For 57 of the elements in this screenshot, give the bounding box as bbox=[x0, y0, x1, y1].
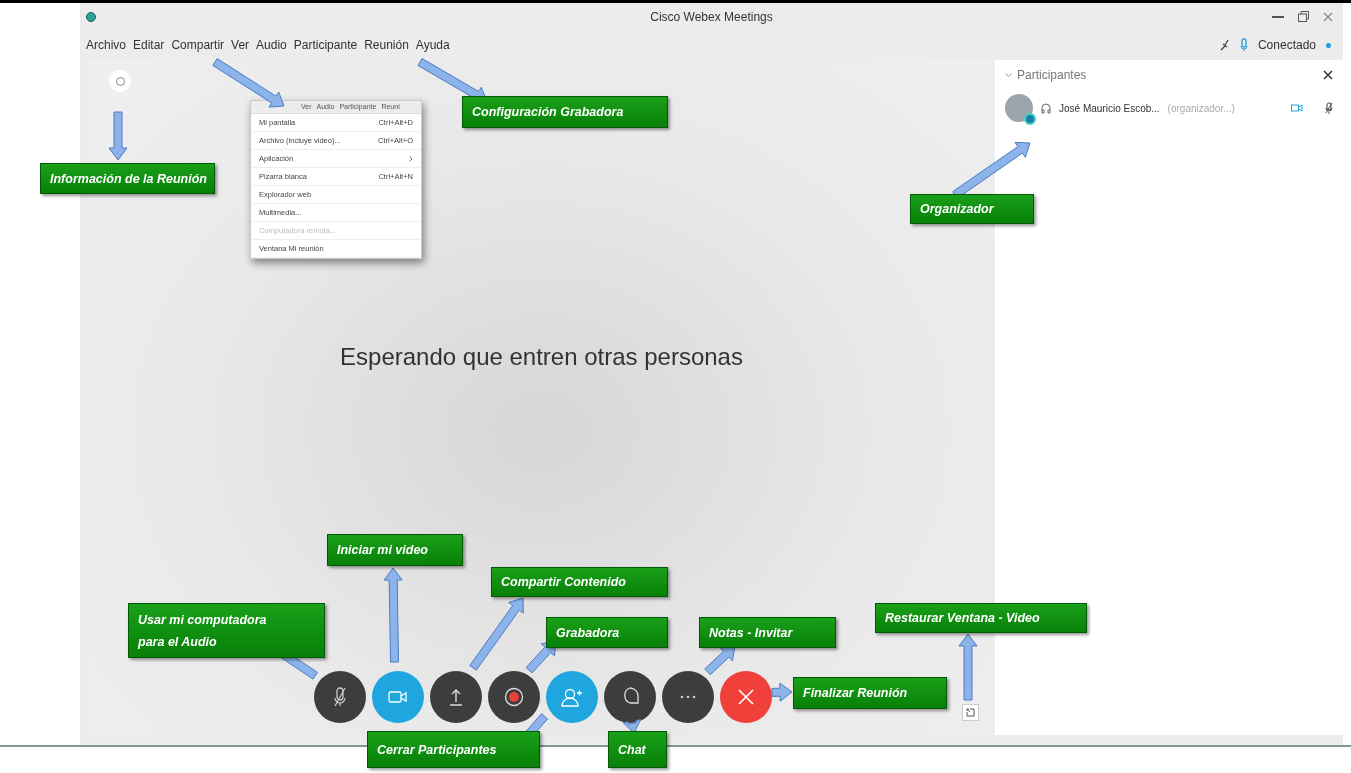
connection-status: Conectado bbox=[1257, 37, 1316, 54]
app-logo-icon bbox=[86, 11, 96, 22]
arrow bbox=[958, 633, 978, 701]
headset-icon bbox=[1041, 102, 1051, 114]
panel-title: Participantes bbox=[1017, 67, 1087, 84]
arrow bbox=[108, 111, 128, 161]
annotation-label: Información de la Reunión bbox=[40, 163, 215, 194]
participant-role: (organizador...) bbox=[1167, 101, 1235, 116]
arrow bbox=[771, 682, 793, 702]
annotation-label: Notas - Invitar bbox=[699, 617, 836, 648]
annotation-label: Iniciar mi video bbox=[327, 534, 463, 566]
restore-icon[interactable] bbox=[1298, 11, 1309, 22]
more-icon bbox=[679, 695, 696, 699]
camera-icon[interactable] bbox=[1291, 104, 1303, 112]
waiting-message: Esperando que entren otras personas bbox=[340, 341, 743, 372]
microphone-icon[interactable] bbox=[1239, 38, 1248, 52]
window-title: Cisco Webex Meetings bbox=[650, 8, 773, 26]
upload-icon bbox=[448, 688, 463, 706]
chevron-down-icon[interactable] bbox=[1005, 72, 1012, 78]
arrow bbox=[622, 719, 642, 734]
menu-item[interactable]: Editar bbox=[133, 36, 165, 54]
participant-name: José Mauricio Escob... bbox=[1059, 101, 1160, 116]
record-icon bbox=[503, 687, 524, 707]
menu-item[interactable]: Participante bbox=[293, 36, 358, 54]
menu-item[interactable]: Archivo bbox=[86, 36, 126, 54]
close-icon bbox=[737, 689, 754, 705]
host-badge-icon bbox=[1024, 113, 1036, 125]
chat-button[interactable] bbox=[603, 671, 656, 723]
menu-item[interactable]: Compartir bbox=[171, 36, 225, 54]
annotation-label: Grabadora bbox=[546, 617, 668, 648]
menu-item[interactable]: Ayuda bbox=[415, 36, 450, 54]
restore-window-icon bbox=[966, 708, 975, 717]
annotation-label: Usar mi computadora para el Audio bbox=[128, 603, 325, 658]
restore-window-button[interactable] bbox=[962, 704, 979, 721]
annotation-label: Restaurar Ventana - Video bbox=[875, 603, 1087, 633]
annotation-label: Organizador bbox=[910, 194, 1034, 224]
add-person-icon bbox=[560, 687, 583, 707]
muted-microphone-icon bbox=[332, 687, 347, 707]
menu-item[interactable]: Ver bbox=[231, 36, 250, 54]
submenu-chevron-icon bbox=[409, 155, 413, 162]
menu-item[interactable]: Reunión bbox=[364, 36, 409, 54]
menu-item[interactable]: Audio bbox=[256, 36, 287, 54]
annotation-label: Compartir Contenido bbox=[491, 567, 668, 597]
annotation-label: Chat bbox=[608, 731, 667, 768]
arrow bbox=[704, 645, 736, 676]
annotation-label: Cerrar Participantes bbox=[367, 731, 540, 768]
close-icon[interactable] bbox=[1323, 70, 1333, 80]
pin-icon[interactable] bbox=[1219, 39, 1230, 51]
record-button[interactable] bbox=[487, 671, 540, 723]
annotation-label: Finalizar Reunión bbox=[793, 677, 947, 709]
video-camera-icon bbox=[387, 690, 408, 704]
muted-microphone-icon[interactable] bbox=[1325, 102, 1333, 114]
mute-button[interactable] bbox=[313, 671, 366, 723]
end-meeting-button[interactable] bbox=[719, 671, 772, 723]
more-button[interactable] bbox=[661, 671, 714, 723]
annotation-label: Configuración Grabadora bbox=[462, 96, 668, 128]
share-button[interactable] bbox=[429, 671, 482, 723]
